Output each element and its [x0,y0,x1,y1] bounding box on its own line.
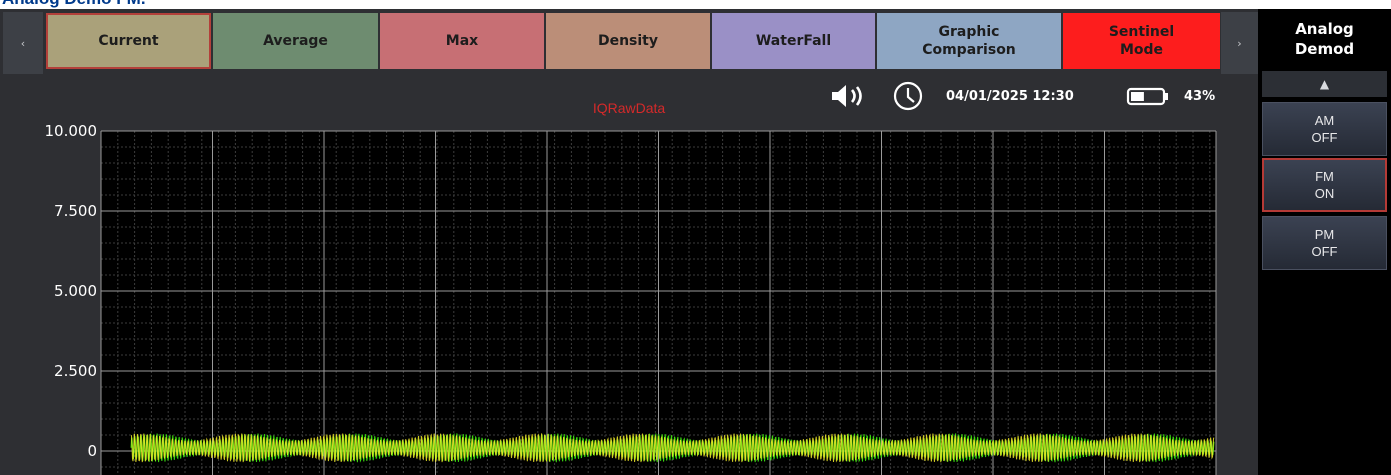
tab-label: Current [98,33,159,49]
tab-label: Graphic Comparison [922,24,1016,58]
pm-mode-button[interactable]: PM OFF [1262,216,1387,270]
y-tick-label: 0 [87,442,97,460]
analog-demod-panel: Analog Demod ▲ AM OFF FM ON PM OFF [1258,9,1391,475]
side-panel-title-text: Analog Demod [1294,20,1355,58]
plot-area: IQRawData 04/01/2025 12:30 43% 0 2.500 5.0… [0,75,1258,475]
analyzer-window: ‹ Current Average Max Density WaterFall Graph… [0,9,1391,475]
y-tick-label: 10.000 [45,122,98,140]
tab-waterfall[interactable]: WaterFall [712,13,875,69]
y-tick-label: 5.000 [54,282,97,300]
pm-state-label: OFF [1311,244,1338,259]
side-panel-title: Analog Demod [1258,9,1391,69]
y-tick-label: 7.500 [54,202,97,220]
fm-mode-label: FM [1315,169,1334,184]
iq-raw-data-chart: 0 2.500 5.000 7.500 10.000 [45,122,1217,475]
page-heading: Analog Demo FM. [2,0,146,9]
tab-max[interactable]: Max [380,13,544,69]
tab-average[interactable]: Average [213,13,378,69]
fm-state-label: ON [1314,186,1335,201]
tab-label: Density [597,33,659,49]
am-state-label: OFF [1311,130,1338,145]
tab-label: WaterFall [755,33,832,49]
tab-label: Average [263,33,328,49]
tab-sentinel-mode[interactable]: Sentinel Mode [1063,13,1220,69]
am-mode-label: AM [1314,113,1335,128]
triangle-up-icon[interactable]: ▲ [1262,71,1387,97]
tab-current[interactable]: Current [46,13,211,69]
tab-label: Sentinel Mode [1108,24,1175,58]
display-mode-tabbar: ‹ Current Average Max Density WaterFall Graph… [0,9,1258,75]
chevron-left-icon[interactable]: ‹ [3,12,43,74]
y-tick-label: 2.500 [54,362,97,380]
tab-graphic-comparison[interactable]: Graphic Comparison [877,13,1061,69]
am-mode-button[interactable]: AM OFF [1262,102,1387,156]
tab-label: Max [445,33,479,49]
fm-mode-button[interactable]: FM ON [1262,158,1387,212]
pm-mode-label: PM [1314,227,1335,242]
chevron-right-icon[interactable]: › [1221,12,1258,74]
tab-density[interactable]: Density [546,13,710,69]
